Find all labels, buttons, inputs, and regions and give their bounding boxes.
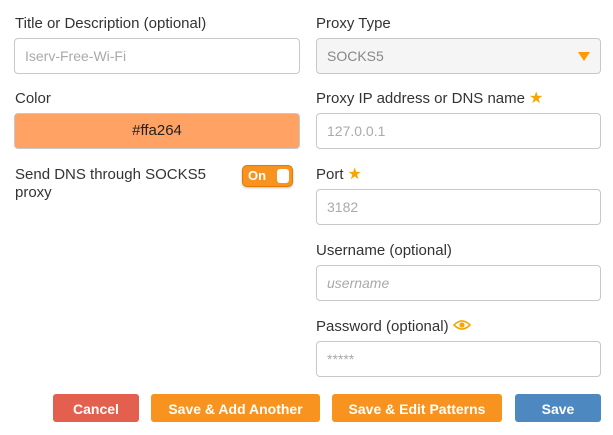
proxy-ip-label-row: Proxy IP address or DNS name ★ <box>316 90 543 108</box>
password-input[interactable] <box>316 341 601 377</box>
eye-icon[interactable] <box>452 318 471 336</box>
username-input[interactable] <box>316 265 601 301</box>
color-label: Color <box>15 90 51 107</box>
proxy-ip-label: Proxy IP address or DNS name <box>316 90 525 107</box>
username-label: Username (optional) <box>316 242 452 259</box>
dns-label: Send DNS through SOCKS5 proxy <box>15 166 206 201</box>
chevron-down-icon <box>578 52 590 61</box>
password-label-row: Password (optional) <box>316 318 471 336</box>
dns-toggle[interactable]: On <box>242 165 293 187</box>
color-picker[interactable]: #ffa264 <box>14 113 300 149</box>
star-icon: ★ <box>528 90 544 107</box>
port-label-row: Port ★ <box>316 166 362 184</box>
port-label: Port <box>316 166 344 183</box>
star-icon: ★ <box>347 166 362 183</box>
password-label: Password (optional) <box>316 318 449 335</box>
proxy-type-select[interactable]: SOCKS5 <box>316 38 601 74</box>
port-input[interactable] <box>316 189 601 225</box>
toggle-state: On <box>248 168 267 183</box>
title-input[interactable] <box>14 38 300 74</box>
proxy-ip-input[interactable] <box>316 113 601 149</box>
proxy-type-value: SOCKS5 <box>327 48 384 64</box>
save-edit-patterns-button[interactable]: Save & Edit Patterns <box>332 394 502 422</box>
toggle-knob <box>277 169 289 183</box>
save-button[interactable]: Save <box>515 394 601 422</box>
cancel-button[interactable]: Cancel <box>53 394 139 422</box>
save-add-another-button[interactable]: Save & Add Another <box>151 394 320 422</box>
proxy-type-label: Proxy Type <box>316 15 391 32</box>
title-label: Title or Description (optional) <box>15 15 207 32</box>
